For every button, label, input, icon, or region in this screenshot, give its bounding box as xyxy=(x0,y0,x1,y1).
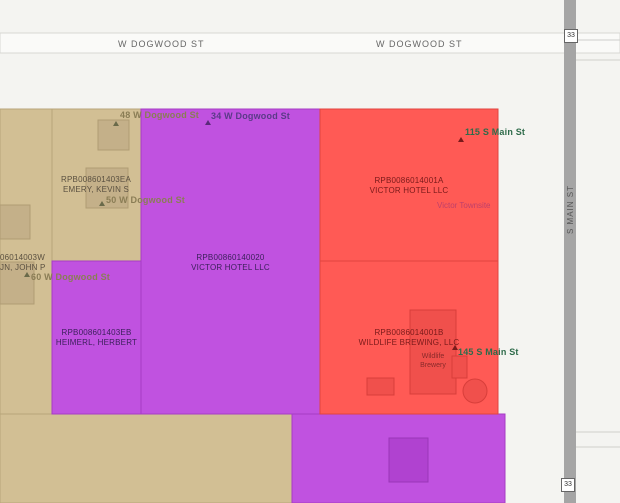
building-footprint xyxy=(0,204,31,240)
address-label: 48 W Dogwood St xyxy=(120,110,199,120)
parcel-id: RPB00860140020 xyxy=(196,253,265,262)
address-label: 34 W Dogwood St xyxy=(211,111,290,121)
parcel-south-tan[interactable] xyxy=(0,413,293,503)
address-label: 145 S Main St xyxy=(458,347,519,357)
parcel-label-rpb0086014001a: RPB0086014001A VICTOR HOTEL LLC xyxy=(320,176,498,196)
parcel-id: RPB008601403EA xyxy=(61,175,131,184)
parcel-owner: HEIMERL, HERBERT xyxy=(55,338,138,347)
parcel-label-rpb06014003w: 06014003W JN, JOHN P xyxy=(0,253,46,273)
building-footprint xyxy=(451,355,468,379)
parcel-owner: VICTOR HOTEL LLC xyxy=(369,186,449,195)
parcel-owner: WILDLIFE BREWING, LLC xyxy=(358,338,460,347)
parcel-owner: EMERY, KEVIN S xyxy=(62,185,130,194)
parcel-id: RPB0086014001A xyxy=(374,176,444,185)
parcel-label-rpb008601403eb: RPB008601403EB HEIMERL, HERBERT xyxy=(52,328,141,348)
address-label: 50 W Dogwood St xyxy=(106,195,185,205)
place-label-townsite: Victor Townsite xyxy=(437,201,491,210)
building-label-line: Brewery xyxy=(420,362,446,369)
parcel-owner: JN, JOHN P xyxy=(0,263,46,272)
address-label: 60 W Dogwood St xyxy=(31,272,110,282)
road-label-w-dogwood: W DOGWOOD ST xyxy=(376,39,463,49)
parcel-label-rpb00860140020: RPB00860140020 VICTOR HOTEL LLC xyxy=(141,253,320,273)
road-s-main-st xyxy=(564,0,576,503)
parcel-label-rpb008601403ea: RPB008601403EA EMERY, KEVIN S xyxy=(60,175,132,195)
building-footprint xyxy=(462,378,488,404)
building-label-line: Wildlife xyxy=(421,353,445,360)
building-footprint xyxy=(388,437,429,483)
building-footprint xyxy=(366,377,395,396)
parcel-id: RPB008601403EB xyxy=(61,328,132,337)
highway-shield: 33 xyxy=(561,478,575,492)
parcel-id: RPB0086014001B xyxy=(374,328,444,337)
road-label-s-main: S MAIN ST xyxy=(566,184,575,234)
map-view[interactable]: W DOGWOOD ST W DOGWOOD ST S MAIN ST 33 3… xyxy=(0,0,620,503)
map-canvas xyxy=(0,0,620,503)
parcel-label-rpb0086014001b: RPB0086014001B WILDLIFE BREWING, LLC xyxy=(320,328,498,348)
building-footprint xyxy=(97,119,130,151)
road-label-w-dogwood: W DOGWOOD ST xyxy=(118,39,205,49)
road-w-dogwood-st xyxy=(0,32,620,54)
highway-shield: 33 xyxy=(564,29,578,43)
building-label-brewery: Wildlife Brewery xyxy=(413,352,453,370)
parcel-id: 06014003W xyxy=(0,253,45,262)
parcel-owner: VICTOR HOTEL LLC xyxy=(191,263,270,272)
address-label: 115 S Main St xyxy=(465,127,526,137)
